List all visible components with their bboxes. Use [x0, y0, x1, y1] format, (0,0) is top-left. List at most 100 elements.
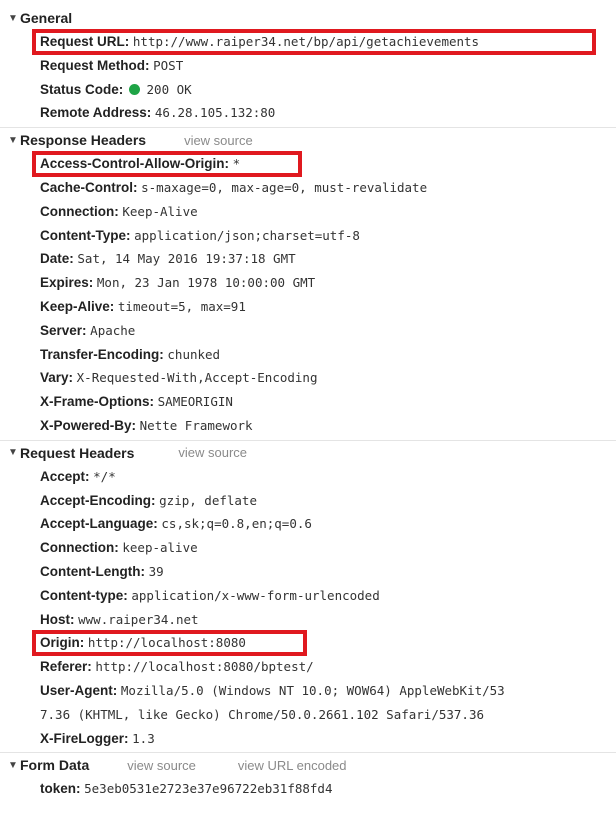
- header-value: timeout=5, max=91: [117, 298, 246, 314]
- token-value: 5e3eb0531e2723e37e96722eb31f88fd4: [84, 781, 333, 797]
- remote-address-key: Remote Address:: [40, 105, 152, 121]
- header-row: X-Powered-By: Nette Framework: [0, 414, 616, 438]
- header-value: cs,sk;q=0.8,en;q=0.6: [161, 516, 312, 532]
- header-row: Date: Sat, 14 May 2016 19:37:18 GMT: [0, 247, 616, 271]
- header-key: Accept-Encoding:: [40, 492, 156, 508]
- token-key: token:: [40, 781, 81, 797]
- header-key: X-Powered-By:: [40, 417, 137, 433]
- header-row: Cache-Control: s-maxage=0, max-age=0, mu…: [0, 176, 616, 200]
- header-key: Accept-Language:: [40, 516, 158, 532]
- header-key: Transfer-Encoding:: [40, 346, 164, 362]
- request-url-row: Request URL: http://www.raiper34.net/bp/…: [0, 29, 616, 55]
- header-row: Accept-Language: cs,sk;q=0.8,en;q=0.6: [0, 512, 616, 536]
- view-source-link[interactable]: view source: [184, 133, 253, 148]
- header-row: Content-Type: application/json;charset=u…: [0, 224, 616, 248]
- expand-triangle-icon[interactable]: ▼: [8, 13, 20, 24]
- response-headers-title: Response Headers: [20, 132, 147, 149]
- header-row: Referer: http://localhost:8080/bptest/: [0, 655, 616, 679]
- header-row: X-Frame-Options: SAMEORIGIN: [0, 390, 616, 414]
- general-title: General: [20, 10, 73, 26]
- view-source-link[interactable]: view source: [178, 445, 247, 460]
- header-value: 1.3: [132, 730, 155, 746]
- header-value: http://localhost:8080/bptest/: [95, 659, 314, 675]
- request-headers-header[interactable]: ▼ Request Headers view source: [0, 441, 616, 465]
- header-row: Expires: Mon, 23 Jan 1978 10:00:00 GMT: [0, 271, 616, 295]
- header-value: application/x-www-form-urlencoded: [131, 587, 380, 603]
- view-url-encoded-link[interactable]: view URL encoded: [238, 758, 347, 773]
- response-headers-section: ▼ Response Headers view source Access-Co…: [0, 127, 616, 438]
- header-key: Content-Length:: [40, 563, 145, 579]
- header-value: 39: [148, 563, 164, 579]
- header-value: Nette Framework: [139, 417, 253, 433]
- header-value: application/json;charset=utf-8: [134, 227, 360, 243]
- request-method-row: Request Method: POST: [0, 54, 616, 78]
- header-key: Host:: [40, 611, 75, 627]
- status-code-value: 200 OK: [146, 81, 192, 97]
- request-headers-title: Request Headers: [20, 444, 135, 461]
- request-headers-section: ▼ Request Headers view source Accept: */…: [0, 439, 616, 751]
- header-key: Date:: [40, 251, 74, 267]
- header-row: Accept: */*: [0, 465, 616, 489]
- header-continuation-row: 7.36 (KHTML, like Gecko) Chrome/50.0.266…: [0, 703, 616, 727]
- header-key: Referer:: [40, 659, 92, 675]
- status-code-row: Status Code: 200 OK: [0, 78, 616, 102]
- header-value: Mon, 23 Jan 1978 10:00:00 GMT: [96, 275, 316, 291]
- header-row: Access-Control-Allow-Origin: *: [0, 151, 616, 178]
- header-value: Apache: [90, 322, 136, 338]
- header-row: User-Agent: Mozilla/5.0 (Windows NT 10.0…: [0, 679, 616, 703]
- header-row: Server: Apache: [0, 319, 616, 343]
- highlight-box: [32, 151, 302, 178]
- remote-address-value: 46.28.105.132:80: [154, 105, 276, 121]
- header-key: Accept:: [40, 468, 90, 484]
- view-source-link[interactable]: view source: [127, 758, 196, 773]
- header-value: Mozilla/5.0 (Windows NT 10.0; WOW64) App…: [120, 682, 505, 698]
- header-key: Keep-Alive:: [40, 298, 115, 314]
- header-key: Vary:: [40, 370, 74, 386]
- header-row: Content-type: application/x-www-form-url…: [0, 584, 616, 608]
- header-value: gzip, deflate: [159, 492, 257, 508]
- expand-triangle-icon[interactable]: ▼: [8, 135, 20, 146]
- header-value: 7.36 (KHTML, like Gecko) Chrome/50.0.266…: [40, 706, 485, 722]
- header-key: User-Agent:: [40, 682, 118, 698]
- general-header[interactable]: ▼ General: [0, 6, 616, 30]
- header-row: Accept-Encoding: gzip, deflate: [0, 489, 616, 513]
- header-key: X-Frame-Options:: [40, 394, 155, 410]
- header-key: Connection:: [40, 203, 119, 219]
- expand-triangle-icon[interactable]: ▼: [8, 447, 20, 458]
- header-key: Cache-Control:: [40, 179, 138, 195]
- header-row: Origin: http://localhost:8080: [0, 630, 616, 657]
- header-value: X-Requested-With,Accept-Encoding: [76, 370, 318, 386]
- form-data-title: Form Data: [20, 757, 90, 774]
- remote-address-row: Remote Address: 46.28.105.132:80: [0, 101, 616, 125]
- header-row: Content-Length: 39: [0, 560, 616, 584]
- highlight-box: [32, 29, 596, 55]
- request-method-value: POST: [153, 57, 184, 73]
- header-row: Host: www.raiper34.net: [0, 608, 616, 632]
- header-value: www.raiper34.net: [78, 611, 199, 627]
- header-key: Connection:: [40, 540, 119, 556]
- response-headers-header[interactable]: ▼ Response Headers view source: [0, 128, 616, 152]
- header-value: SAMEORIGIN: [157, 394, 233, 410]
- header-row: Keep-Alive: timeout=5, max=91: [0, 295, 616, 319]
- header-key: Content-Type:: [40, 227, 131, 243]
- highlight-box: [32, 630, 307, 657]
- header-key: X-FireLogger:: [40, 730, 129, 746]
- header-value: chunked: [167, 346, 221, 362]
- header-row: Transfer-Encoding: chunked: [0, 343, 616, 367]
- status-code-key: Status Code:: [40, 81, 124, 97]
- status-ok-icon: [128, 83, 140, 95]
- request-method-key: Request Method:: [40, 57, 150, 73]
- header-key: Expires:: [40, 275, 94, 291]
- expand-triangle-icon[interactable]: ▼: [8, 760, 20, 771]
- header-value: s-maxage=0, max-age=0, must-revalidate: [141, 179, 428, 195]
- general-section: ▼ General Request URL: http://www.raiper…: [0, 0, 616, 125]
- header-row: Vary: X-Requested-With,Accept-Encoding: [0, 366, 616, 390]
- header-row: Connection: keep-alive: [0, 536, 616, 560]
- form-data-header[interactable]: ▼ Form Data view source view URL encoded: [0, 753, 616, 777]
- header-value: */*: [93, 468, 116, 484]
- header-row: X-FireLogger: 1.3: [0, 727, 616, 751]
- header-key: Content-type:: [40, 587, 128, 603]
- header-value: Keep-Alive: [122, 203, 198, 219]
- header-row: Connection: Keep-Alive: [0, 200, 616, 224]
- header-key: Server:: [40, 322, 87, 338]
